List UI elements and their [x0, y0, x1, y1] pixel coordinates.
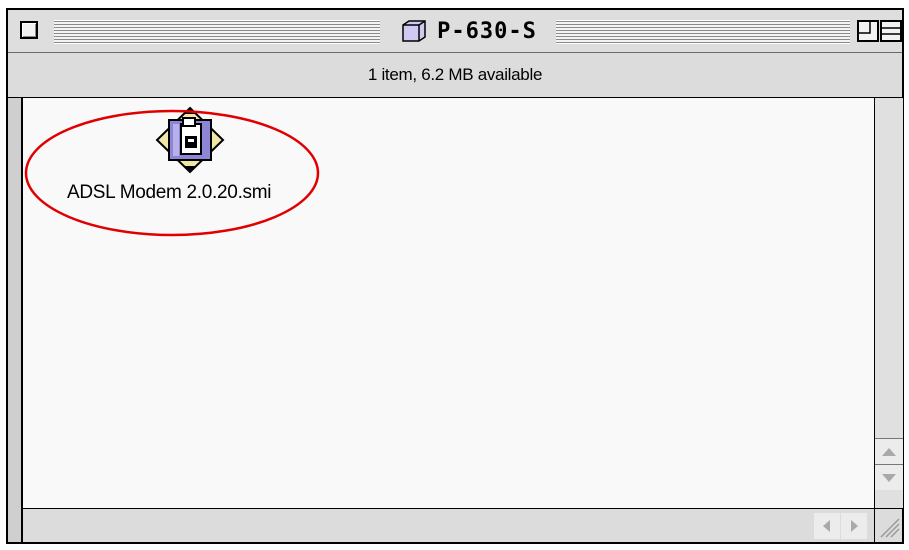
scroll-down-button[interactable]	[875, 464, 903, 490]
resize-grow-box[interactable]	[874, 508, 902, 542]
scroll-left-button[interactable]	[814, 513, 840, 539]
finder-window: P-630-S 1 item, 6.2 MB available ADSL Mo…	[6, 8, 904, 544]
window-title: P-630-S	[437, 18, 537, 44]
folder-icon	[402, 20, 426, 42]
down-arrow-icon	[882, 474, 896, 482]
up-arrow-icon	[882, 448, 896, 456]
annotation-circle	[24, 109, 320, 237]
title-stripes-right	[556, 20, 850, 44]
scroll-right-button[interactable]	[841, 513, 867, 539]
scroll-up-button[interactable]	[875, 438, 903, 464]
right-arrow-icon	[851, 520, 858, 532]
title-bar[interactable]: P-630-S	[8, 10, 902, 53]
item-count-status: 1 item, 6.2 MB available	[367, 65, 543, 84]
title-stripes-left	[54, 20, 380, 44]
zoom-box-icon[interactable]	[857, 20, 879, 42]
windowshade-box-icon[interactable]	[880, 20, 902, 42]
left-arrow-icon	[823, 520, 830, 532]
close-box-icon[interactable]	[20, 21, 38, 39]
vertical-scrollbar[interactable]	[874, 98, 903, 508]
window-info-header: 1 item, 6.2 MB available	[8, 53, 902, 98]
window-title-group: P-630-S	[388, 15, 550, 47]
resize-icon	[880, 518, 900, 538]
horizontal-scrollbar[interactable]	[21, 508, 874, 542]
